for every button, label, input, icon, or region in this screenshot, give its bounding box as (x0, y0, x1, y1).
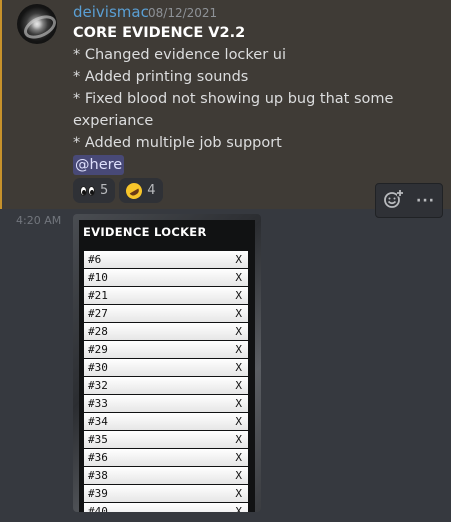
highlight-bar (0, 0, 2, 209)
locker-item-remove: X (235, 486, 242, 500)
locker-item-remove: X (235, 396, 242, 410)
locker-item-remove: X (235, 432, 242, 446)
locker-item-remove: X (235, 360, 242, 374)
locker-item-id: #21 (88, 288, 108, 302)
locker-item-remove: X (235, 288, 242, 302)
more-icon[interactable]: ··· (414, 192, 438, 210)
locker-item-id: #36 (88, 450, 108, 464)
locker-item-id: #35 (88, 432, 108, 446)
message-line: * Added printing sounds (73, 69, 249, 85)
reaction-eyes[interactable]: 5 (73, 178, 116, 203)
locker-item-id: #34 (88, 414, 108, 428)
locker-item-remove: X (235, 414, 242, 428)
add-reaction-icon[interactable] (381, 189, 405, 213)
locker-item-remove: X (235, 342, 242, 356)
locker-item: #28 X (84, 323, 248, 340)
locker-title: EVIDENCE LOCKER (83, 225, 207, 239)
locker-item: #33 X (84, 395, 248, 412)
locker-item-id: #39 (88, 486, 108, 500)
locker-item: #36 X (84, 449, 248, 466)
reaction-count: 4 (147, 183, 156, 198)
locker-item-id: #10 (88, 270, 108, 284)
message-line: * Fixed blood not showing up bug that so… (73, 91, 394, 107)
locker-item-remove: X (235, 324, 242, 338)
locker-item-id: #30 (88, 360, 108, 374)
locker-item-remove: X (235, 270, 242, 284)
locker-item: #21 X (84, 287, 248, 304)
locker-item: #39 X (84, 485, 248, 502)
locker-item-remove: X (235, 306, 242, 320)
locker-item: #40 X (84, 503, 248, 512)
locker-item: #34 X (84, 413, 248, 430)
locker-item-remove: X (235, 378, 242, 392)
locker-item-remove: X (235, 450, 242, 464)
locker-item: #27 X (84, 305, 248, 322)
image-attachment[interactable]: EVIDENCE LOCKER #6 X #10 X #21 X #27 X #28 X #29 X #… (73, 214, 261, 512)
locker-item-remove: X (235, 252, 242, 266)
username[interactable]: deivismac (73, 3, 149, 21)
locker-item-id: #33 (88, 396, 108, 410)
locker-item-id: #40 (88, 504, 108, 512)
evidence-locker-panel: EVIDENCE LOCKER #6 X #10 X #21 X #27 X #28 X #29 X #… (79, 220, 255, 512)
locker-item-id: #32 (88, 378, 108, 392)
message-content: CORE EVIDENCE V2.2 * Changed evidence lo… (73, 22, 443, 176)
locker-item: #38 X (84, 467, 248, 484)
eyes-icon (80, 185, 95, 196)
message-line: * Added multiple job support (73, 135, 282, 151)
locker-item-remove: X (235, 468, 242, 482)
locker-item: #6 X (84, 251, 248, 268)
locker-list: #6 X #10 X #21 X #27 X #28 X #29 X #30 X #32 X #33 X #34 X #… (84, 251, 248, 512)
locker-item: #30 X (84, 359, 248, 376)
followup-timestamp: 4:20 AM (16, 214, 62, 227)
locker-item: #32 X (84, 377, 248, 394)
mention-here[interactable]: @here (73, 155, 125, 175)
message-title: CORE EVIDENCE V2.2 (73, 25, 246, 41)
locker-item-id: #27 (88, 306, 108, 320)
locker-item-remove: X (235, 504, 242, 512)
locker-item-id: #29 (88, 342, 108, 356)
locker-item: #35 X (84, 431, 248, 448)
locker-item-id: #38 (88, 468, 108, 482)
message-toolbar: ··· (375, 183, 443, 218)
locker-item-id: #6 (88, 252, 102, 266)
message-line: * Changed evidence locker ui (73, 47, 286, 63)
rolling-on-the-floor-laughing-icon (123, 179, 146, 202)
message-timestamp: 08/12/2021 (148, 6, 218, 20)
avatar[interactable] (17, 4, 57, 44)
reaction-count: 5 (100, 183, 109, 198)
reaction-rofl[interactable]: 4 (119, 178, 163, 203)
locker-item: #10 X (84, 269, 248, 286)
locker-item-id: #28 (88, 324, 108, 338)
reactions: 5 4 (73, 178, 163, 203)
locker-item: #29 X (84, 341, 248, 358)
message-line: experiance (73, 113, 154, 129)
